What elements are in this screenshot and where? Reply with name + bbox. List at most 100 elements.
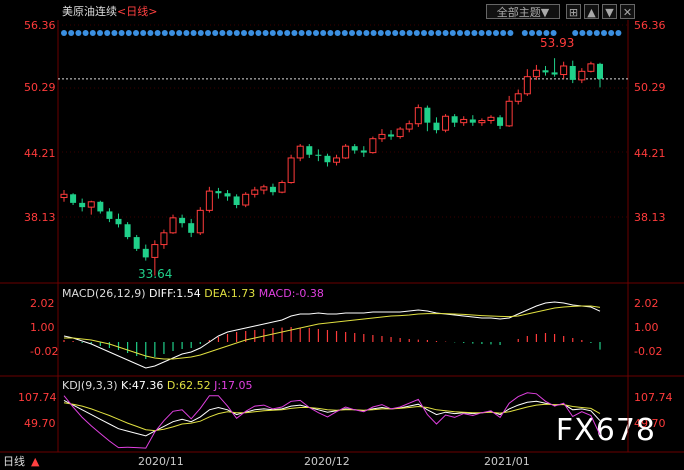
status-dot	[507, 30, 514, 36]
candle-body-up	[396, 128, 404, 138]
candle-body-down	[306, 146, 313, 155]
status-dot	[363, 30, 370, 36]
candle-body-down	[360, 150, 367, 153]
status-dot	[529, 30, 535, 36]
candle-body-up	[442, 115, 450, 131]
status-dot	[457, 30, 463, 36]
status-dot	[471, 30, 478, 36]
candle-body-down	[97, 201, 104, 212]
status-dot	[327, 30, 334, 36]
candle-body-up	[505, 100, 513, 127]
status-dot	[406, 30, 413, 36]
candle-body-down	[133, 237, 140, 249]
status-dot	[176, 30, 183, 36]
status-dot	[478, 30, 485, 36]
candle-body-up	[87, 201, 95, 208]
candle-body-up	[296, 145, 304, 159]
status-dot	[428, 30, 435, 36]
status-dot	[298, 30, 305, 36]
candle-body-up	[260, 186, 268, 191]
status-dot	[183, 30, 190, 36]
status-dot	[493, 30, 499, 36]
status-dot	[89, 30, 96, 36]
status-dot	[190, 30, 197, 36]
candle-body-down	[179, 217, 186, 224]
candle-body-down	[469, 119, 476, 123]
candle-body-down	[79, 202, 86, 208]
status-dot	[140, 30, 147, 36]
candle-body-down	[142, 248, 149, 258]
diff-line	[63, 301, 601, 369]
d-line	[63, 402, 601, 432]
candle-body-up	[333, 157, 341, 163]
candle-body-up	[151, 244, 159, 258]
candle-body-down	[424, 107, 431, 123]
status-dot	[356, 30, 363, 36]
candle-body-up	[287, 157, 295, 184]
status-dot	[111, 30, 118, 36]
status-dot	[68, 30, 75, 36]
status-dot	[449, 30, 456, 36]
candle-body-up	[205, 190, 213, 211]
status-dot	[334, 30, 341, 36]
status-dot	[233, 30, 240, 36]
status-dot	[341, 30, 348, 36]
candle-body-up	[478, 120, 486, 124]
status-dot	[284, 30, 291, 36]
candle-body-down	[315, 154, 322, 156]
status-dot	[485, 30, 492, 36]
candle-body-down	[551, 72, 558, 75]
candle-body-up	[160, 232, 168, 246]
status-dot	[82, 30, 89, 36]
status-dot	[205, 30, 211, 36]
candle-body-down	[215, 191, 222, 194]
status-dot	[255, 30, 262, 36]
candle-body-up	[514, 93, 522, 102]
chart-canvas[interactable]	[0, 0, 684, 470]
candle-body-down	[433, 122, 440, 131]
status-dot	[219, 30, 226, 36]
candle-body-down	[188, 223, 195, 233]
candle-body-up	[378, 133, 386, 140]
status-dot	[75, 30, 82, 36]
status-dot	[349, 30, 355, 36]
status-dot	[248, 30, 255, 36]
status-dot	[125, 30, 132, 36]
candle-body-up	[523, 76, 531, 95]
candle-body-down	[597, 63, 603, 79]
candle-body-up	[578, 70, 586, 81]
candle-body-down	[542, 70, 549, 73]
status-dot	[536, 30, 543, 36]
status-dot	[521, 30, 528, 36]
candle-body-up	[242, 193, 250, 206]
status-dot	[97, 30, 103, 36]
candle-body-up	[414, 107, 422, 125]
status-dot	[586, 30, 593, 36]
status-dot	[133, 30, 139, 36]
status-dot	[197, 30, 204, 36]
candle-body-up	[405, 123, 413, 130]
status-dot	[154, 30, 161, 36]
status-dot	[212, 30, 219, 36]
candle-body-down	[497, 117, 504, 126]
candle-body-down	[569, 65, 576, 80]
j-line	[63, 392, 601, 449]
candle-body-down	[269, 186, 276, 193]
status-dot	[262, 30, 269, 36]
candle-body-down	[233, 196, 240, 206]
status-dot	[442, 30, 449, 36]
candle-body-up	[60, 193, 68, 199]
candle-body-up	[278, 182, 286, 193]
candle-body-down	[324, 155, 331, 163]
status-dot	[550, 30, 557, 36]
candle-body-up	[460, 118, 468, 124]
candle-body-up	[369, 138, 377, 154]
status-dot	[464, 30, 471, 36]
candle-body-up	[196, 209, 204, 234]
status-dot	[320, 30, 327, 36]
status-dot	[421, 30, 427, 36]
status-dot	[370, 30, 377, 36]
status-dot	[161, 30, 168, 36]
status-dot	[543, 30, 550, 36]
status-dot	[413, 30, 420, 36]
